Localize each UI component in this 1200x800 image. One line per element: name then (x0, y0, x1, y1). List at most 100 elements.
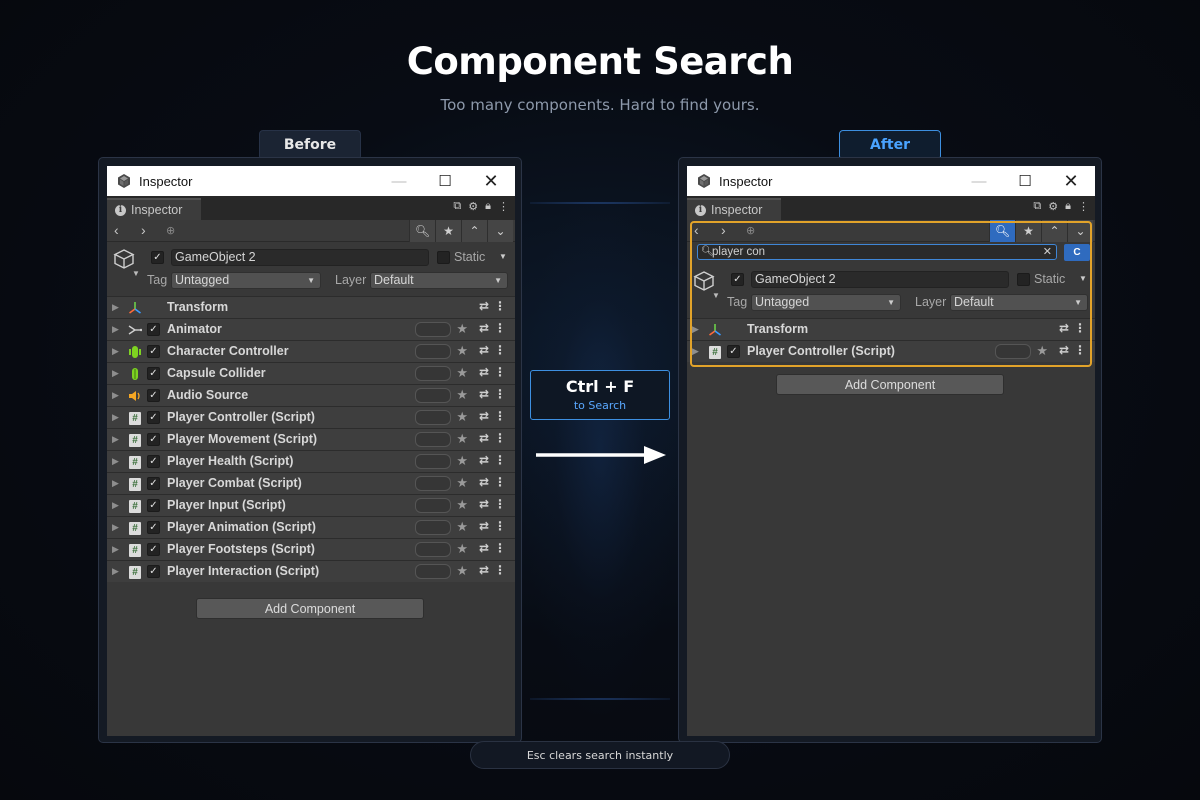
more-icon[interactable]: ⋮ (494, 321, 506, 335)
star-icon[interactable]: ★ (456, 519, 468, 535)
gear-icon[interactable]: ⚙ (468, 200, 478, 213)
foldout-icon[interactable]: ▶ (112, 412, 119, 423)
settings-sliders-icon[interactable]: ⇄ (479, 497, 489, 511)
settings-sliders-icon[interactable]: ⇄ (479, 409, 489, 423)
expand-all-icon[interactable]: ⌃ (461, 220, 487, 242)
layer-dropdown[interactable]: Default ▼ (370, 272, 508, 289)
preset-slot[interactable] (415, 322, 451, 337)
foldout-icon[interactable]: ▶ (112, 302, 119, 313)
active-checkbox[interactable]: ✓ (151, 251, 164, 264)
lock-icon[interactable]: 🔒︎ (1065, 200, 1071, 213)
forward-icon[interactable]: › (141, 222, 146, 238)
star-icon[interactable]: ★ (456, 321, 468, 337)
enabled-checkbox[interactable]: ✓ (147, 455, 160, 468)
settings-sliders-icon[interactable]: ⇄ (479, 321, 489, 335)
search-icon[interactable]: 🔍︎ (989, 220, 1015, 242)
component-row[interactable]: ▶ ✓ Audio Source ★ ⇄ ⋮ (107, 384, 515, 406)
component-row[interactable]: ▶ ✓ Capsule Collider ★ ⇄ ⋮ (107, 362, 515, 384)
search-input[interactable]: 🔍︎ player con ✕ (697, 244, 1057, 260)
static-checkbox[interactable] (1017, 273, 1030, 286)
minimize-button[interactable]: — (959, 166, 999, 196)
foldout-icon[interactable]: ▶ (112, 456, 119, 467)
more-icon[interactable]: ⋮ (1074, 321, 1086, 335)
preset-slot[interactable] (415, 476, 451, 491)
preset-slot[interactable] (415, 498, 451, 513)
plus-circle-icon[interactable]: ⊕ (746, 224, 755, 237)
enabled-checkbox[interactable]: ✓ (147, 345, 160, 358)
more-icon[interactable]: ⋮ (494, 519, 506, 533)
star-icon[interactable]: ★ (456, 343, 468, 359)
more-icon[interactable]: ⋮ (494, 431, 506, 445)
star-icon[interactable]: ★ (456, 453, 468, 469)
enabled-checkbox[interactable]: ✓ (147, 499, 160, 512)
chevron-down-icon[interactable]: ▼ (712, 291, 720, 300)
more-icon[interactable]: ⋮ (494, 343, 506, 357)
component-row[interactable]: ▶ # ✓ Player Input (Script) ★ ⇄ ⋮ (107, 494, 515, 516)
more-icon[interactable]: ⋮ (494, 563, 506, 577)
component-row[interactable]: ▶ ✓ Character Controller ★ ⇄ ⋮ (107, 340, 515, 362)
forward-icon[interactable]: › (721, 222, 726, 238)
preset-slot[interactable] (415, 410, 451, 425)
settings-sliders-icon[interactable]: ⇄ (479, 365, 489, 379)
open-window-icon[interactable]: ⧉ (453, 200, 461, 213)
gameobject-name-field[interactable]: GameObject 2 (751, 271, 1009, 288)
enabled-checkbox[interactable]: ✓ (147, 389, 160, 402)
settings-sliders-icon[interactable]: ⇄ (479, 387, 489, 401)
star-icon[interactable]: ★ (456, 365, 468, 381)
preset-slot[interactable] (415, 344, 451, 359)
star-icon[interactable]: ★ (456, 541, 468, 557)
gear-icon[interactable]: ⚙ (1048, 200, 1058, 213)
star-icon[interactable]: ★ (456, 431, 468, 447)
preset-slot[interactable] (415, 366, 451, 381)
static-dropdown-icon[interactable]: ▼ (1079, 274, 1087, 283)
close-button[interactable]: ✕ (471, 166, 511, 196)
more-icon[interactable]: ⋮ (494, 541, 506, 555)
settings-sliders-icon[interactable]: ⇄ (1059, 321, 1069, 335)
tag-dropdown[interactable]: Untagged ▼ (751, 294, 901, 311)
component-row[interactable]: ▶ # ✓ Player Health (Script) ★ ⇄ ⋮ (107, 450, 515, 472)
enabled-checkbox[interactable]: ✓ (147, 521, 160, 534)
enabled-checkbox[interactable]: ✓ (147, 543, 160, 556)
tab-inspector[interactable]: i Inspector (687, 198, 781, 220)
component-row[interactable]: ▶ # ✓ Player Combat (Script) ★ ⇄ ⋮ (107, 472, 515, 494)
foldout-icon[interactable]: ▶ (112, 544, 119, 555)
star-icon[interactable]: ★ (456, 409, 468, 425)
add-component-button[interactable]: Add Component (776, 374, 1004, 395)
collapse-all-icon[interactable]: ⌄ (487, 220, 513, 242)
star-icon[interactable]: ★ (456, 563, 468, 579)
static-checkbox[interactable] (437, 251, 450, 264)
component-row[interactable]: ▶ Transform ⇄ ⋮ (687, 318, 1095, 340)
settings-sliders-icon[interactable]: ⇄ (479, 299, 489, 313)
foldout-icon[interactable]: ▶ (112, 368, 119, 379)
lock-icon[interactable]: 🔒︎ (485, 200, 491, 213)
back-icon[interactable]: ‹ (114, 222, 119, 238)
enabled-checkbox[interactable]: ✓ (147, 433, 160, 446)
component-row[interactable]: ▶ # ✓ Player Animation (Script) ★ ⇄ ⋮ (107, 516, 515, 538)
foldout-icon[interactable]: ▶ (112, 522, 119, 533)
more-icon[interactable]: ⋮ (494, 387, 506, 401)
star-icon[interactable]: ★ (435, 220, 461, 242)
active-checkbox[interactable]: ✓ (731, 273, 744, 286)
maximize-button[interactable]: ☐ (1005, 166, 1045, 196)
foldout-icon[interactable]: ▶ (112, 566, 119, 577)
plus-circle-icon[interactable]: ⊕ (166, 224, 175, 237)
enabled-checkbox[interactable]: ✓ (147, 367, 160, 380)
preset-slot[interactable] (995, 344, 1031, 359)
star-icon[interactable]: ★ (456, 387, 468, 403)
more-icon[interactable]: ⋮ (1074, 343, 1086, 357)
foldout-icon[interactable]: ▶ (112, 346, 119, 357)
more-icon[interactable]: ⋮ (494, 409, 506, 423)
settings-sliders-icon[interactable]: ⇄ (479, 563, 489, 577)
enabled-checkbox[interactable]: ✓ (147, 565, 160, 578)
gameobject-name-field[interactable]: GameObject 2 (171, 249, 429, 266)
preset-slot[interactable] (415, 542, 451, 557)
more-icon[interactable]: ⋮ (498, 200, 509, 213)
more-icon[interactable]: ⋮ (494, 365, 506, 379)
enabled-checkbox[interactable]: ✓ (147, 477, 160, 490)
component-row[interactable]: ▶ # ✓ Player Movement (Script) ★ ⇄ ⋮ (107, 428, 515, 450)
more-icon[interactable]: ⋮ (1078, 200, 1089, 213)
component-row[interactable]: ▶ # ✓ Player Controller (Script) ★ ⇄ ⋮ (107, 406, 515, 428)
foldout-icon[interactable]: ▶ (692, 346, 699, 357)
maximize-button[interactable]: ☐ (425, 166, 465, 196)
component-row[interactable]: ▶ # ✓ Player Footsteps (Script) ★ ⇄ ⋮ (107, 538, 515, 560)
